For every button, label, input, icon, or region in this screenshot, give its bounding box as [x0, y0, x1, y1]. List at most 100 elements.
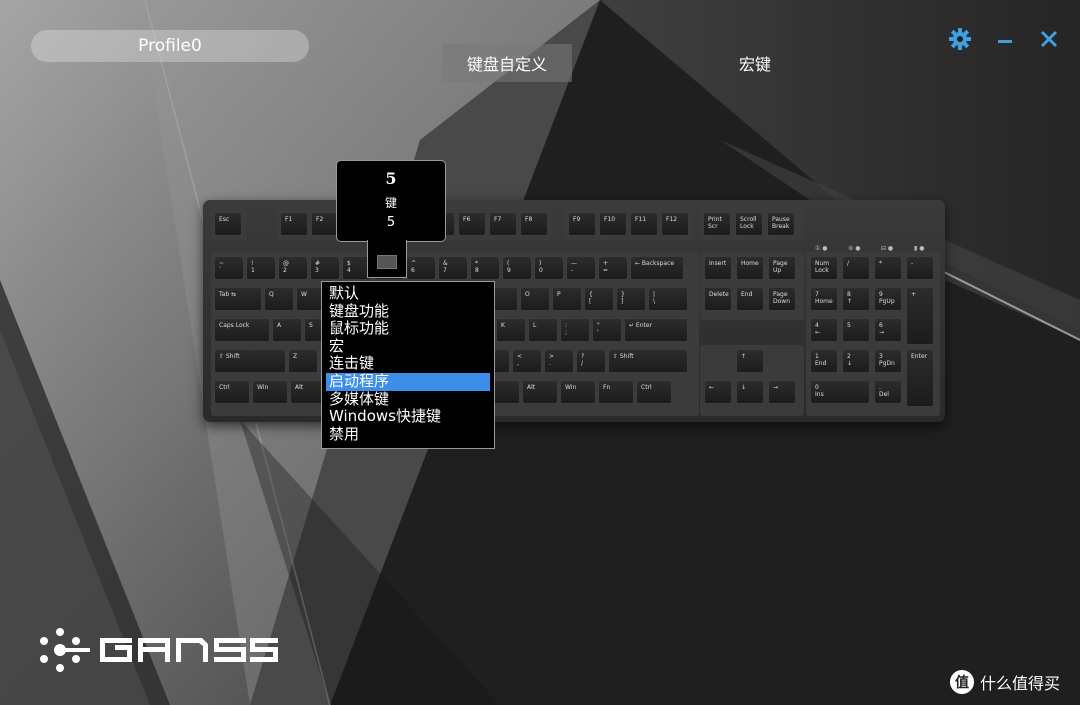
keyboard-key[interactable]: 5	[842, 318, 870, 342]
keyboard-key[interactable]: K	[496, 318, 526, 342]
key-tooltip: 5 键 5	[336, 160, 446, 242]
keyboard-key[interactable]: Alt	[522, 380, 558, 404]
keyboard-key[interactable]: Page Down	[768, 287, 796, 311]
keyboard-key[interactable]: ↑	[736, 349, 764, 373]
keyboard-key[interactable]: Ctrl	[214, 380, 250, 404]
tab-keyboard-customize[interactable]: 键盘自定义	[442, 44, 572, 82]
keyboard-key[interactable]: 6 →	[874, 318, 902, 342]
keyboard-key[interactable]: + =	[598, 256, 628, 280]
keyboard-key[interactable]: ! 1	[246, 256, 276, 280]
keyboard-key[interactable]: A	[272, 318, 302, 342]
keyboard-key[interactable]: 8 ↑	[842, 287, 870, 311]
keyboard-key[interactable]: P	[552, 287, 582, 311]
keyboard-key[interactable]: F2	[311, 212, 339, 236]
keyboard-key[interactable]: F1	[280, 212, 308, 236]
keyboard-key[interactable]: # 3	[310, 256, 340, 280]
minimize-button[interactable]	[992, 26, 1018, 52]
keyboard-key[interactable]: { [	[584, 287, 614, 311]
keyboard-key[interactable]: 1 End	[810, 349, 838, 373]
keyboard-key[interactable]: 3 PgDn	[874, 349, 902, 373]
keyboard-key[interactable]: Enter	[906, 349, 934, 407]
close-icon	[1040, 30, 1058, 48]
menu-item[interactable]: 连击键	[326, 355, 490, 373]
keyboard-key[interactable]: -	[906, 256, 934, 280]
keyboard-key[interactable]: > .	[544, 349, 574, 373]
menu-item[interactable]: Windows快捷键	[326, 408, 490, 426]
keyboard-key[interactable]: Caps Lock	[214, 318, 270, 342]
lock-indicator-icon: ▮ ●	[914, 245, 925, 252]
keyboard-key[interactable]: 7 Home	[810, 287, 838, 311]
keyboard-key[interactable]: ⇧ Shift	[608, 349, 688, 373]
keyboard-key[interactable]: ↓	[736, 380, 764, 404]
keyboard-key[interactable]: Insert	[704, 256, 732, 280]
keyboard-key[interactable]: *	[874, 256, 902, 280]
keyboard-key[interactable]: F9	[568, 212, 596, 236]
keyboard-key[interactable]: | \	[648, 287, 688, 311]
keyboard-key[interactable]: — -	[566, 256, 596, 280]
keyboard-key[interactable]: ← Backspace	[630, 256, 684, 280]
keyboard-key[interactable]: 4 ←	[810, 318, 838, 342]
keyboard-key[interactable]: Fn	[598, 380, 634, 404]
keyboard-key[interactable]: Num Lock	[810, 256, 838, 280]
keyboard-key[interactable]: Win	[252, 380, 288, 404]
keyboard-key[interactable]: F10	[599, 212, 627, 236]
keyboard-key[interactable]: /	[842, 256, 870, 280]
menu-item[interactable]: 键盘功能	[326, 302, 490, 321]
close-button[interactable]	[1036, 26, 1062, 52]
menu-item[interactable]: 启动程序	[326, 373, 490, 391]
keyboard-key[interactable]: : ;	[560, 318, 590, 342]
keyboard-key[interactable]: F12	[661, 212, 689, 236]
keyboard-key[interactable]: End	[736, 287, 764, 311]
keyboard-key[interactable]: ~ `	[214, 256, 244, 280]
menu-item[interactable]: 宏	[326, 337, 490, 356]
keyboard-key[interactable]: " '	[592, 318, 622, 342]
tooltip-key-type: 键	[384, 196, 397, 210]
keyboard-key[interactable]: Home	[736, 256, 764, 280]
settings-button[interactable]	[947, 26, 973, 52]
keyboard-key[interactable]: Delete	[704, 287, 732, 311]
lock-indicator-icon: ⊟ ●	[881, 245, 894, 252]
menu-item[interactable]: 多媒体键	[326, 390, 490, 409]
menu-item[interactable]: 默认	[326, 285, 490, 303]
keyboard-key[interactable]: F6	[458, 212, 486, 236]
keyboard-key[interactable]: & 7	[438, 256, 468, 280]
keyboard-key[interactable]: ↵ Enter	[624, 318, 688, 342]
keyboard-key[interactable]: Ctrl	[636, 380, 672, 404]
profile-selector[interactable]: Profile0	[31, 30, 309, 62]
keyboard-key[interactable]: ? /	[576, 349, 606, 373]
keyboard-key[interactable]: F8	[520, 212, 548, 236]
keyboard-key[interactable]: @ 2	[278, 256, 308, 280]
keyboard-key[interactable]: Tab ⇆	[214, 287, 262, 311]
keyboard-key[interactable]: ( 9	[502, 256, 532, 280]
keyboard-key[interactable]: ←	[704, 380, 732, 404]
menu-item[interactable]: 禁用	[326, 425, 490, 444]
keyboard-key[interactable]: Print Scr	[703, 212, 731, 236]
keyboard-key[interactable]: ⇧ Shift	[214, 349, 286, 373]
keyboard-key[interactable]: Win	[560, 380, 596, 404]
keyboard-key[interactable]: F7	[489, 212, 517, 236]
keyboard-key[interactable]: Esc	[214, 212, 242, 236]
keyboard-key[interactable]: Scroll Lock	[735, 212, 763, 236]
keyboard-key[interactable]: * 8	[470, 256, 500, 280]
keyboard-key[interactable]: O	[520, 287, 550, 311]
keyboard-key[interactable]: Q	[264, 287, 294, 311]
keyboard-key[interactable]: 9 PgUp	[874, 287, 902, 311]
lock-indicator-icon: ① ●	[815, 245, 828, 252]
tab-macro[interactable]: 宏键	[700, 44, 810, 82]
keyboard-key[interactable]: ) 0	[534, 256, 564, 280]
keyboard-key[interactable]: . Del	[874, 380, 902, 404]
menu-item[interactable]: 鼠标功能	[326, 320, 490, 338]
keyboard-key[interactable]: Pause Break	[767, 212, 795, 236]
keyboard-key[interactable]: } ]	[616, 287, 646, 311]
keyboard-key[interactable]: L	[528, 318, 558, 342]
minimize-icon	[998, 40, 1012, 43]
keyboard-key[interactable]: 2 ↓	[842, 349, 870, 373]
keyboard-key[interactable]: Z	[288, 349, 318, 373]
keyboard-key[interactable]: 0 Ins	[810, 380, 870, 404]
keyboard-key[interactable]: F11	[630, 212, 658, 236]
keyboard-key[interactable]: < ,	[512, 349, 542, 373]
keyboard-key[interactable]: Page Up	[768, 256, 796, 280]
keyboard-key[interactable]: ^ 6	[406, 256, 436, 280]
keyboard-key[interactable]: →	[768, 380, 796, 404]
keyboard-key[interactable]: +	[906, 287, 934, 345]
